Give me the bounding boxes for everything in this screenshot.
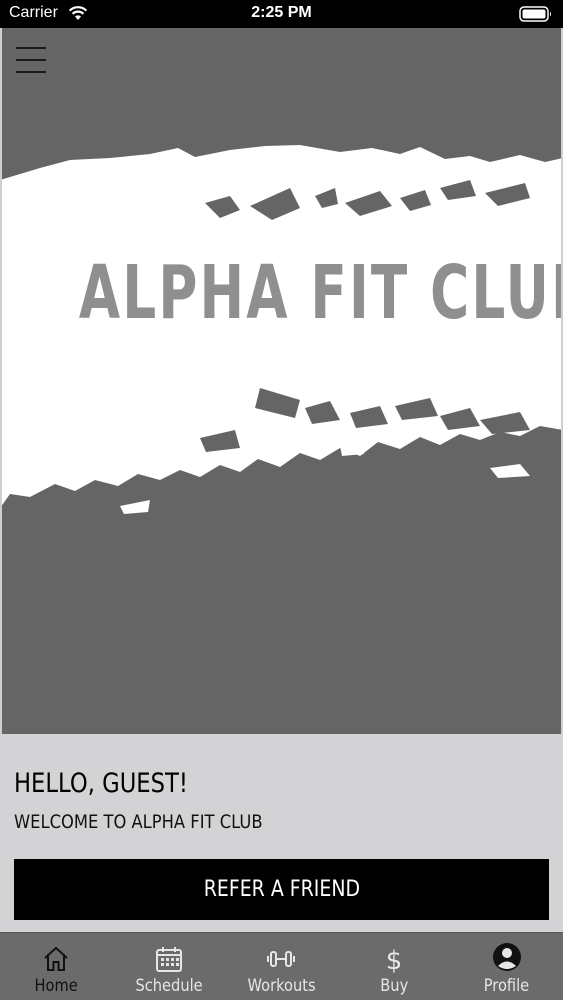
greeting-title: HELLO, GUEST!	[14, 768, 188, 799]
tab-home-label: Home	[34, 976, 78, 996]
welcome-text: WELCOME TO ALPHA FIT CLUB	[14, 811, 263, 833]
greeting-section: HELLO, GUEST! WELCOME TO ALPHA FIT CLUB …	[0, 734, 563, 932]
tab-buy[interactable]: $ Buy	[338, 933, 451, 1000]
logo-text: ALPHA FIT CLUB	[78, 250, 563, 336]
brush-stroke-graphic	[0, 145, 563, 514]
battery-icon	[519, 6, 551, 22]
refer-a-friend-label: REFER A FRIEND	[203, 877, 360, 902]
refer-a-friend-button[interactable]: REFER A FRIEND	[14, 859, 549, 920]
svg-text:$: $	[386, 946, 403, 974]
profile-icon	[492, 943, 521, 971]
status-bar: Carrier 2:25 PM	[0, 0, 563, 28]
tab-profile-label: Profile	[483, 976, 530, 996]
hero-banner: ALPHA FIT CLUB	[0, 28, 563, 734]
tab-workouts[interactable]: Workouts	[225, 933, 338, 1000]
tab-profile[interactable]: Profile	[450, 933, 563, 1000]
calendar-icon	[155, 947, 182, 972]
hamburger-menu-icon[interactable]	[16, 47, 46, 73]
tab-home[interactable]: Home	[0, 933, 113, 1000]
tab-bar: Home Schedule Workouts $ Buy Profile	[0, 932, 563, 1000]
tab-schedule[interactable]: Schedule	[113, 933, 226, 1000]
tab-schedule-label: Schedule	[135, 976, 203, 996]
home-icon	[44, 946, 68, 971]
dollar-icon: $	[386, 946, 403, 974]
tab-workouts-label: Workouts	[247, 976, 316, 996]
status-time: 2:25 PM	[251, 4, 312, 21]
dumbbell-icon	[267, 951, 296, 967]
tab-buy-label: Buy	[380, 976, 409, 996]
